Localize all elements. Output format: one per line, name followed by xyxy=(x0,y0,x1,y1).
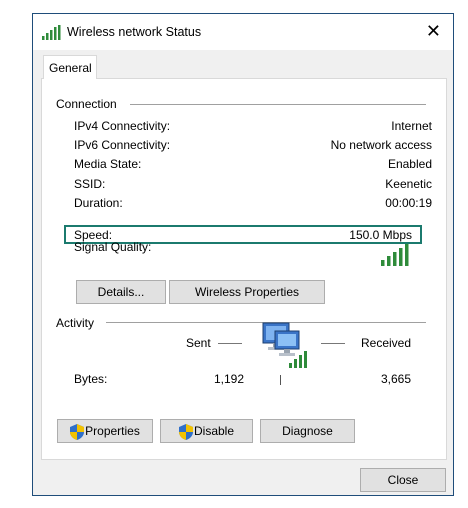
window-title: Wireless network Status xyxy=(67,25,202,39)
bytes-sent-value: 1,192 xyxy=(214,372,245,386)
general-panel: Connection IPv4 Connectivity: Internet I… xyxy=(41,78,447,460)
tab-general[interactable]: General xyxy=(43,55,97,79)
duration-label: Duration: xyxy=(74,196,123,210)
details-button[interactable]: Details... xyxy=(76,280,166,304)
wireless-properties-button[interactable]: Wireless Properties xyxy=(169,280,325,304)
duration-value: 00:00:19 xyxy=(385,196,432,210)
received-connector-line xyxy=(321,343,345,344)
close-button[interactable]: Close xyxy=(360,468,446,492)
received-label: Received xyxy=(361,336,412,350)
uac-shield-icon xyxy=(70,423,85,440)
close-icon[interactable]: ✕ xyxy=(426,21,441,41)
title-bar: Wireless network Status ✕ xyxy=(33,14,453,50)
activity-group-label: Activity xyxy=(56,316,95,330)
ssid-value: Keenetic xyxy=(385,177,432,191)
tab-general-label: General xyxy=(49,61,92,75)
ipv6-label: IPv6 Connectivity: xyxy=(74,138,171,152)
bytes-label: Bytes: xyxy=(74,372,108,386)
network-activity-icon xyxy=(262,322,307,368)
diagnose-button[interactable]: Diagnose xyxy=(260,419,355,443)
uac-shield-icon xyxy=(178,423,193,440)
media-state-label: Media State: xyxy=(74,157,142,171)
sent-connector-line xyxy=(218,343,242,344)
wireless-status-dialog: Wireless network Status ✕ General Connec… xyxy=(32,13,454,496)
sent-label: Sent xyxy=(186,336,211,350)
connection-group-label: Connection xyxy=(56,97,117,111)
wifi-signal-icon xyxy=(42,25,61,40)
disable-button[interactable]: Disable xyxy=(160,419,253,443)
speed-value: 150.0 Mbps xyxy=(349,228,412,242)
media-state-value: Enabled xyxy=(387,157,432,171)
activity-separator xyxy=(280,375,281,385)
disable-button-label: Disable xyxy=(193,424,235,438)
connection-divider xyxy=(130,104,426,105)
properties-button-label: Properties xyxy=(85,424,140,438)
properties-button[interactable]: Properties xyxy=(57,419,153,443)
ipv4-label: IPv4 Connectivity: xyxy=(74,119,171,133)
bytes-received-value: 3,665 xyxy=(381,372,412,386)
signal-quality-icon xyxy=(381,244,409,266)
ssid-label: SSID: xyxy=(74,177,106,191)
ipv6-value: No network access xyxy=(330,138,432,152)
signal-quality-label: Signal Quality: xyxy=(74,240,152,254)
ipv4-value: Internet xyxy=(391,119,432,133)
